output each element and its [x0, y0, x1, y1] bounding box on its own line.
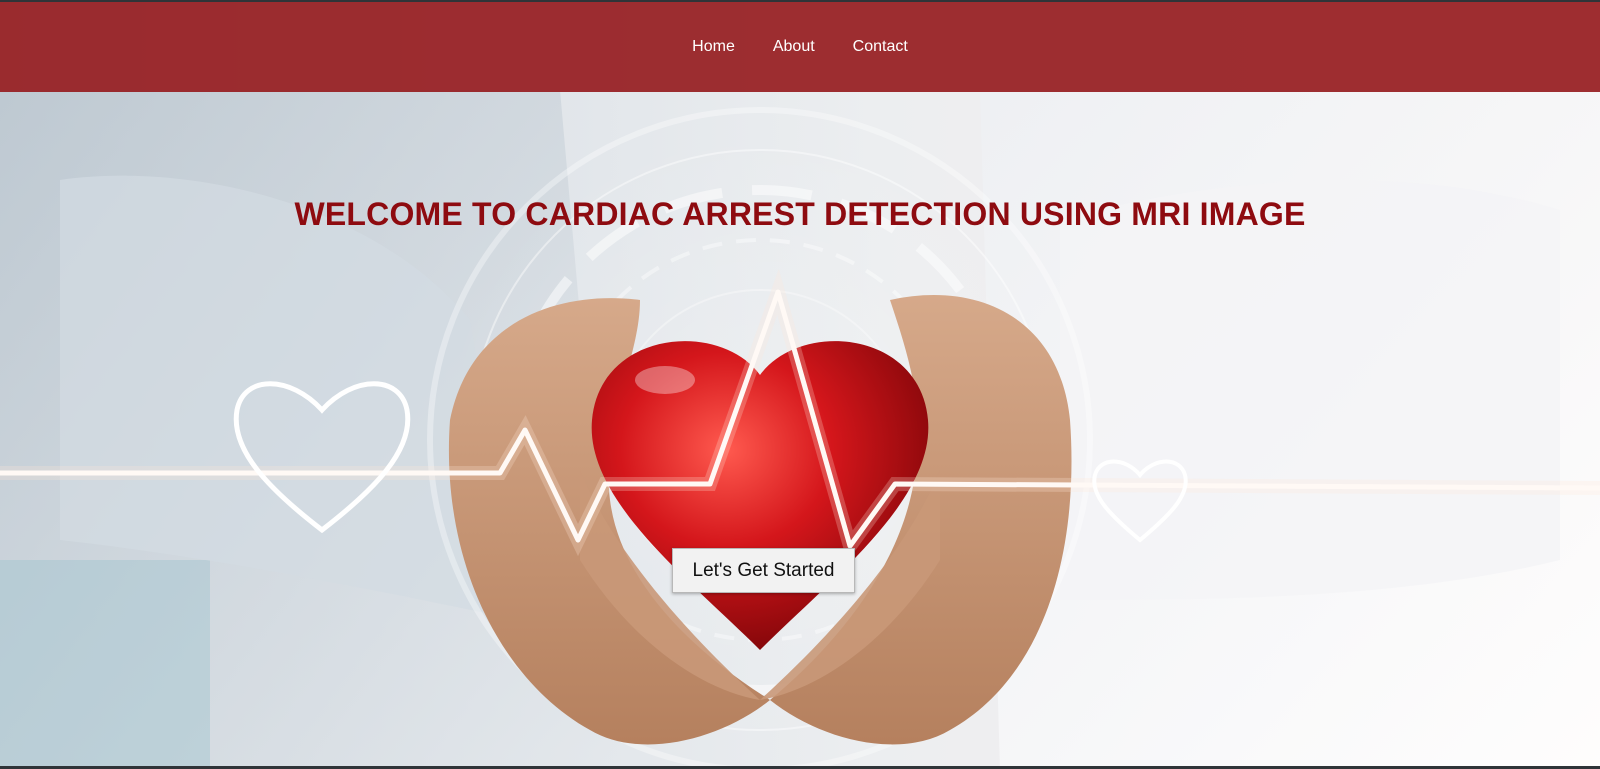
- landing-page: Home About Contact WELCOME TO CARDIAC AR…: [0, 0, 1600, 769]
- nav-link-contact[interactable]: Contact: [834, 30, 927, 64]
- nav-link-home[interactable]: Home: [673, 30, 754, 64]
- hero-title: WELCOME TO CARDIAC ARREST DETECTION USIN…: [294, 196, 1306, 232]
- nav-link-about[interactable]: About: [754, 30, 834, 64]
- get-started-button[interactable]: Let's Get Started: [672, 548, 855, 593]
- top-navbar: Home About Contact: [0, 2, 1600, 92]
- bottom-left-blur: [0, 560, 210, 769]
- hero-background-image: [0, 90, 1600, 769]
